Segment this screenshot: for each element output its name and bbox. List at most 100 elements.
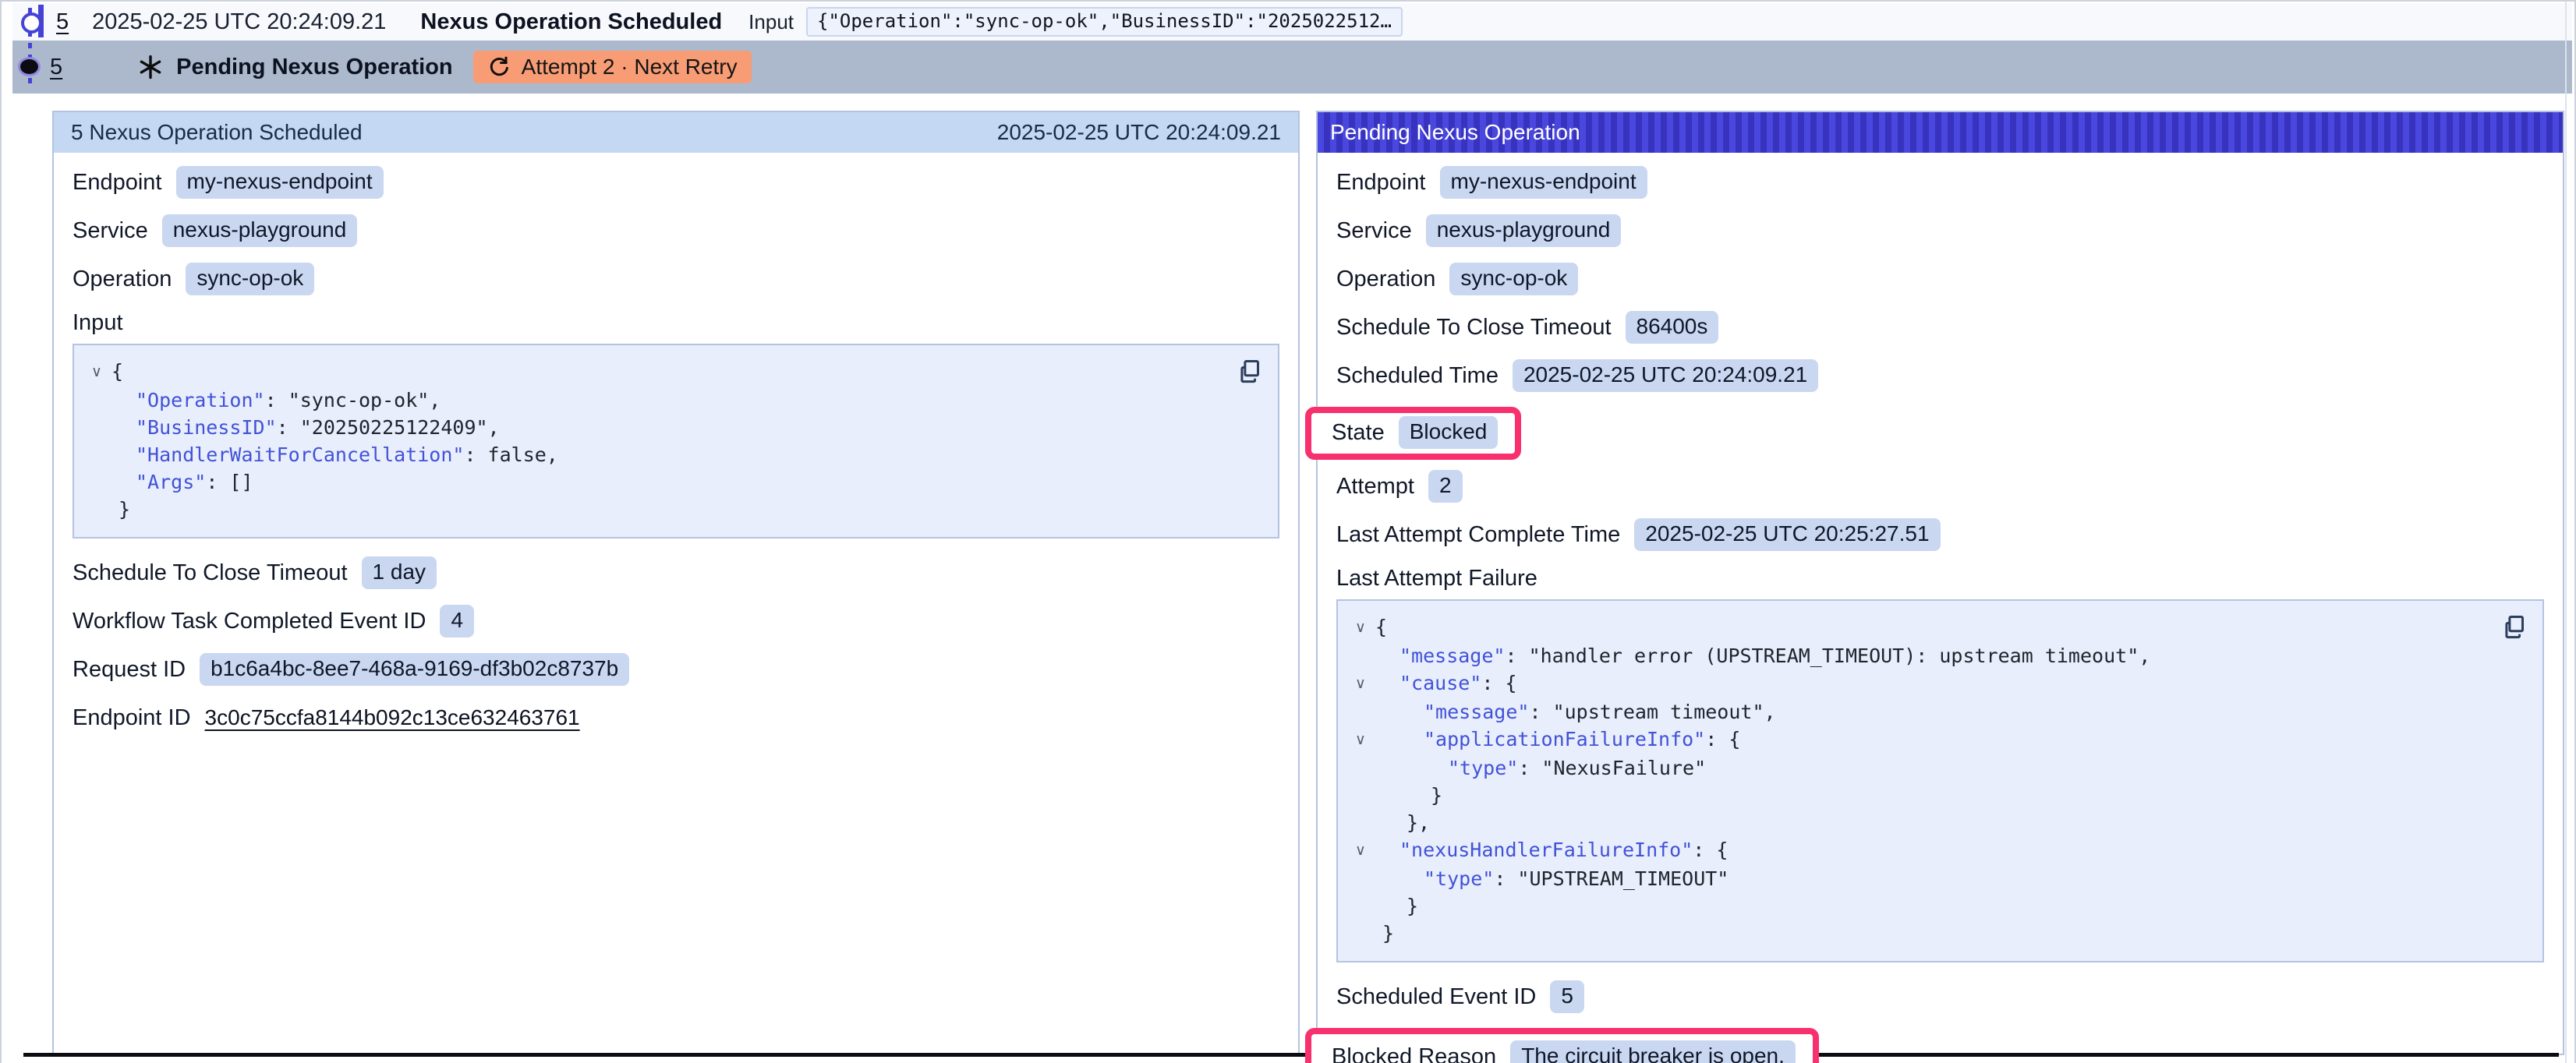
pending-operation-panel: Pending Nexus Operation Endpoint my-nexu… bbox=[1316, 111, 2564, 1055]
json-gutter-spacer bbox=[1346, 865, 1375, 892]
chevron-down-icon[interactable]: ∨ bbox=[1346, 726, 1375, 754]
field-value-badge: nexus-playground bbox=[1426, 214, 1622, 247]
json-code-line: } bbox=[1346, 920, 2493, 947]
json-gutter-spacer bbox=[1346, 920, 1375, 947]
field-label: Schedule To Close Timeout bbox=[73, 560, 348, 586]
field-value-badge: 5 bbox=[1550, 980, 1584, 1013]
field-label: Last Attempt Complete Time bbox=[1336, 522, 1620, 548]
field-label: Workflow Task Completed Event ID bbox=[73, 609, 426, 634]
field-label: Blocked Reason bbox=[1332, 1044, 1496, 1063]
json-gutter-spacer bbox=[1346, 698, 1375, 726]
field-value-badge: nexus-playground bbox=[162, 214, 358, 247]
json-gutter-spacer bbox=[82, 414, 111, 441]
viewport-right-edge bbox=[2565, 2, 2567, 1063]
field-value-badge: my-nexus-endpoint bbox=[1440, 166, 1647, 199]
state-value-badge: Blocked bbox=[1399, 416, 1499, 449]
event-detail-panel: 5 Nexus Operation Scheduled 2025-02-25 U… bbox=[52, 111, 1300, 1055]
field-endpoint: Endpoint my-nexus-endpoint bbox=[1336, 165, 2544, 200]
json-code-line: "type": "UPSTREAM_TIMEOUT" bbox=[1346, 865, 2493, 892]
chevron-down-icon[interactable]: ∨ bbox=[1346, 669, 1375, 698]
json-code-line: "HandlerWaitForCancellation": false, bbox=[82, 441, 1228, 468]
pending-nexus-operation-row[interactable]: 5 Pending Nexus Operation Attempt 2 · Ne… bbox=[12, 41, 2572, 94]
event-detail-header: 5 Nexus Operation Scheduled 2025-02-25 U… bbox=[54, 112, 1298, 153]
field-value-badge: sync-op-ok bbox=[1449, 263, 1578, 295]
chevron-down-icon[interactable]: ∨ bbox=[1346, 836, 1375, 865]
asterisk-icon bbox=[137, 54, 164, 80]
copy-icon[interactable] bbox=[2500, 612, 2530, 643]
json-code-line: "BusinessID": "20250225122409", bbox=[82, 414, 1228, 441]
event-detail-header-timestamp: 2025-02-25 UTC 20:24:09.21 bbox=[997, 120, 1281, 145]
field-label: Request ID bbox=[73, 657, 186, 683]
input-json-block: ∨{"Operation": "sync-op-ok","BusinessID"… bbox=[73, 344, 1279, 539]
input-preview-badge[interactable]: {"Operation":"sync-op-ok","BusinessID":"… bbox=[806, 7, 1403, 37]
pending-event-id-link[interactable]: 5 bbox=[50, 55, 62, 80]
circle-outline-icon bbox=[21, 12, 42, 34]
json-gutter-spacer bbox=[82, 468, 111, 496]
field-service: Service nexus-playground bbox=[1336, 214, 2544, 248]
state-highlight-annotation: State Blocked bbox=[1305, 407, 1521, 460]
field-attempt: Attempt 2 bbox=[1336, 469, 2544, 503]
json-code-line: ∨"applicationFailureInfo": { bbox=[1346, 726, 2493, 754]
field-value-badge: sync-op-ok bbox=[186, 263, 314, 295]
field-scheduled-event-id: Scheduled Event ID 5 bbox=[1336, 980, 2544, 1014]
event-detail-header-title: 5 Nexus Operation Scheduled bbox=[71, 120, 363, 145]
field-label: State bbox=[1332, 420, 1385, 446]
field-request-id: Request ID b1c6a4bc-8ee7-468a-9169-df3b0… bbox=[73, 652, 1279, 687]
event-title: Nexus Operation Scheduled bbox=[420, 9, 722, 35]
blocked-reason-field-row: Blocked Reason The circuit breaker is op… bbox=[1336, 1028, 2544, 1063]
json-gutter-spacer bbox=[1346, 782, 1375, 809]
field-label: Service bbox=[1336, 218, 1412, 244]
json-code-line: } bbox=[1346, 892, 2493, 920]
json-code-line: "Operation": "sync-op-ok", bbox=[82, 387, 1228, 414]
field-value-badge: 4 bbox=[440, 605, 474, 637]
json-code-line: } bbox=[82, 496, 1228, 523]
json-gutter-spacer bbox=[82, 441, 111, 468]
endpoint-id-link[interactable]: 3c0c75ccfa8144b092c13ce632463761 bbox=[205, 705, 580, 730]
json-gutter-spacer bbox=[1346, 642, 1375, 669]
event-row-nexus-operation-scheduled[interactable]: 5 2025-02-25 UTC 20:24:09.21 Nexus Opera… bbox=[12, 3, 2572, 41]
field-label: Endpoint ID bbox=[73, 705, 191, 731]
field-value-badge: 1 day bbox=[362, 556, 437, 589]
field-schedule-to-close-timeout: Schedule To Close Timeout 1 day bbox=[73, 556, 1279, 590]
event-timestamp: 2025-02-25 UTC 20:24:09.21 bbox=[92, 9, 386, 35]
field-label: Endpoint bbox=[1336, 170, 1426, 196]
field-value-badge: 86400s bbox=[1626, 311, 1719, 344]
field-schedule-to-close-timeout: Schedule To Close Timeout 86400s bbox=[1336, 310, 2544, 344]
field-value-badge: b1c6a4bc-8ee7-468a-9169-df3b02c8737b bbox=[200, 653, 629, 686]
json-gutter-spacer bbox=[1346, 892, 1375, 920]
field-label: Schedule To Close Timeout bbox=[1336, 315, 1612, 341]
json-code-line: "Args": [] bbox=[82, 468, 1228, 496]
event-id-link[interactable]: 5 bbox=[56, 9, 69, 35]
field-value-badge: 2025-02-25 UTC 20:24:09.21 bbox=[1513, 359, 1818, 392]
field-label: Scheduled Time bbox=[1336, 363, 1499, 389]
chevron-down-icon[interactable]: ∨ bbox=[82, 358, 111, 387]
field-endpoint-id: Endpoint ID 3c0c75ccfa8144b092c13ce63246… bbox=[73, 701, 1279, 735]
field-last-attempt-complete-time: Last Attempt Complete Time 2025-02-25 UT… bbox=[1336, 517, 2544, 552]
json-code-line: ∨{ bbox=[82, 358, 1228, 387]
chevron-down-icon[interactable]: ∨ bbox=[1346, 613, 1375, 642]
field-operation: Operation sync-op-ok bbox=[1336, 262, 2544, 296]
field-label: Service bbox=[73, 218, 148, 244]
attempt-retry-label: Attempt 2 · Next Retry bbox=[522, 55, 738, 79]
input-label: Input bbox=[748, 10, 794, 34]
field-label: Operation bbox=[1336, 267, 1435, 292]
json-gutter-spacer bbox=[82, 496, 111, 523]
pending-operation-header-title: Pending Nexus Operation bbox=[1330, 120, 1580, 145]
field-scheduled-time: Scheduled Time 2025-02-25 UTC 20:24:09.2… bbox=[1336, 358, 2544, 393]
json-code-line: ∨{ bbox=[1346, 613, 2493, 642]
json-code-line: "message": "upstream timeout", bbox=[1346, 698, 2493, 726]
field-value-badge: my-nexus-endpoint bbox=[176, 166, 384, 199]
json-code-line: "type": "NexusFailure" bbox=[1346, 754, 2493, 782]
field-endpoint: Endpoint my-nexus-endpoint bbox=[73, 165, 1279, 200]
json-gutter-spacer bbox=[1346, 754, 1375, 782]
field-service: Service nexus-playground bbox=[73, 214, 1279, 248]
blocked-reason-highlight-annotation: Blocked Reason The circuit breaker is op… bbox=[1305, 1028, 1819, 1063]
copy-icon[interactable] bbox=[1236, 356, 1265, 387]
circle-filled-icon bbox=[20, 59, 38, 74]
field-workflow-task-completed-event-id: Workflow Task Completed Event ID 4 bbox=[73, 604, 1279, 638]
field-label: Scheduled Event ID bbox=[1336, 984, 1536, 1010]
json-code-line: } bbox=[1346, 782, 2493, 809]
attempt-retry-badge: Attempt 2 · Next Retry bbox=[473, 51, 752, 83]
pending-operation-header: Pending Nexus Operation bbox=[1318, 112, 2563, 153]
field-operation: Operation sync-op-ok bbox=[73, 262, 1279, 296]
